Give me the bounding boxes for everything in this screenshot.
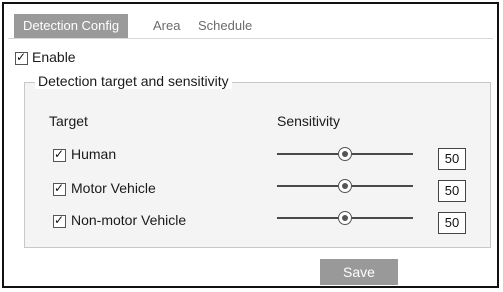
motor-vehicle-sensitivity-slider[interactable] [277,178,413,194]
human-label: Human [71,146,117,162]
non-motor-vehicle-label: Non-motor Vehicle [71,212,187,228]
non-motor-vehicle-checkbox[interactable]: ✓ [53,213,66,228]
slider-thumb[interactable] [338,211,352,225]
non-motor-vehicle-sensitivity-value[interactable]: 50 [438,212,466,234]
motor-vehicle-sensitivity-value[interactable]: 50 [438,180,466,202]
enable-label: Enable [32,49,76,65]
enable-checkbox[interactable]: ✓ [15,50,28,65]
checkmark-icon: ✓ [16,50,27,64]
motor-vehicle-checkbox[interactable]: ✓ [53,181,66,196]
checkmark-icon: ✓ [54,213,65,227]
motor-vehicle-label: Motor Vehicle [71,180,156,196]
save-button[interactable]: Save [320,259,398,285]
slider-thumb[interactable] [338,179,352,193]
detection-config-panel: Detection Config Area Schedule ✓ Enable … [2,2,499,288]
human-checkbox[interactable]: ✓ [53,147,66,162]
human-sensitivity-slider[interactable] [277,146,413,162]
group-legend: Detection target and sensitivity [35,73,232,89]
target-column-header: Target [49,113,88,129]
target-sensitivity-group: Detection target and sensitivity Target … [24,73,491,248]
tab-schedule[interactable]: Schedule [198,14,252,38]
human-sensitivity-value[interactable]: 50 [438,148,466,170]
sensitivity-column-header: Sensitivity [277,113,341,129]
slider-thumb[interactable] [338,147,352,161]
tab-bar: Detection Config Area Schedule [8,10,493,39]
checkmark-icon: ✓ [54,147,65,161]
checkmark-icon: ✓ [54,181,65,195]
tab-area[interactable]: Area [153,14,180,38]
non-motor-vehicle-sensitivity-slider[interactable] [277,210,413,226]
tab-detection-config[interactable]: Detection Config [14,14,129,38]
